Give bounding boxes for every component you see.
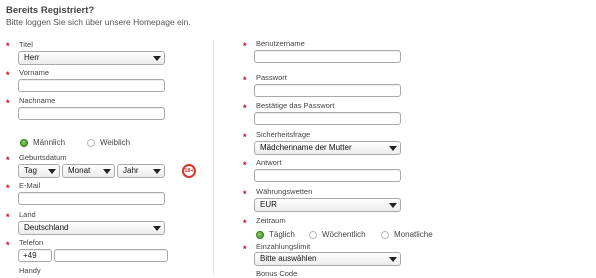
age-18-plus-icon: 18+ [182,164,196,178]
chevron-down-icon [103,169,111,174]
month-select-value: Monat [68,166,91,175]
day-select-value: Tag [24,166,37,175]
page-subtitle: Bitte loggen Sie sich über unsere Homepa… [6,17,191,27]
required-star-icon: * [6,41,10,51]
titel-select[interactable]: Herr [18,51,165,65]
passwort-bestaetigen-label: Bestätige das Passwort [256,101,335,110]
required-star-icon: * [243,132,247,142]
required-star-icon: * [6,212,10,222]
email-label: E-Mail [19,181,41,190]
email-input[interactable] [18,192,165,205]
telefon-label: Telefon [19,238,44,247]
zeitraum-weekly-radio[interactable] [309,231,317,239]
chevron-down-icon [153,226,161,231]
required-star-icon: * [243,41,247,51]
required-star-icon: * [243,218,247,228]
zeitraum-label: Zeitraum [256,216,286,225]
handy-label: Handy [19,266,41,275]
sicherheitsfrage-label: Sicherheitsfrage [256,130,311,139]
land-select[interactable]: Deutschland [18,221,165,235]
chevron-down-icon [389,146,397,151]
bonus-code-label: Bonus Code [256,269,298,278]
passwort-label: Passwort [256,73,287,82]
antwort-label: Antwort [256,158,282,167]
passwort-bestaetigen-input[interactable] [254,112,401,125]
chevron-down-icon [389,203,397,208]
year-select[interactable]: Jahr [117,164,165,178]
sicherheitsfrage-select[interactable]: Mädchenname der Mutter [254,141,401,155]
passwort-input[interactable] [254,84,401,97]
waehrung-select-value: EUR [260,200,277,209]
required-star-icon: * [243,103,247,113]
zeitraum-weekly-label: Wöchentlich [322,230,366,239]
gender-male-label: Männlich [33,138,66,147]
einzahlungslimit-select-value: Bitte auswählen [260,254,317,263]
required-star-icon: * [6,240,10,250]
antwort-input[interactable] [254,169,401,182]
required-star-icon: * [6,183,10,193]
gender-male-radio[interactable] [20,139,28,147]
zeitraum-daily-label: Täglich [269,230,295,239]
land-label: Land [19,210,36,219]
waehrung-select[interactable]: EUR [254,198,401,212]
required-star-icon: * [243,189,247,199]
chevron-down-icon [153,169,161,174]
benutzername-input[interactable] [254,50,401,63]
page-title: Bereits Registriert? [6,5,95,16]
gender-female-label: Weiblich [100,138,131,147]
day-select[interactable]: Tag [18,164,60,178]
year-select-value: Jahr [123,166,139,175]
titel-label: Titel [19,40,33,49]
gender-female-radio[interactable] [87,139,95,147]
nachname-input[interactable] [18,107,165,120]
required-star-icon: * [6,155,10,165]
zeitraum-monthly-radio[interactable] [381,231,389,239]
zeitraum-daily-radio[interactable] [256,231,264,239]
chevron-down-icon [48,169,56,174]
titel-select-value: Herr [24,53,40,62]
month-select[interactable]: Monat [62,164,115,178]
nachname-label: Nachname [19,96,56,105]
benutzername-label: Benutzername [256,39,305,48]
vorname-label: Vorname [19,68,50,77]
required-star-icon: * [243,75,247,85]
required-star-icon: * [6,98,10,108]
sicherheitsfrage-select-value: Mädchenname der Mutter [260,143,352,152]
column-divider [213,40,214,275]
required-star-icon: * [243,244,247,254]
chevron-down-icon [153,56,161,61]
vorname-input[interactable] [18,79,165,92]
einzahlungslimit-select[interactable]: Bitte auswählen [254,252,401,266]
required-star-icon: * [6,70,10,80]
waehrung-label: Währungswetten [256,187,313,196]
land-select-value: Deutschland [24,223,69,232]
chevron-down-icon [389,257,397,262]
geburtsdatum-label: Geburtsdatum [19,153,67,162]
required-star-icon: * [243,160,247,170]
phone-number-input[interactable] [54,249,168,262]
phone-prefix-input[interactable]: +49 [18,249,52,262]
einzahlungslimit-label: Einzahlungslimit [256,242,311,251]
zeitraum-monthly-label: Monatliche [394,230,433,239]
